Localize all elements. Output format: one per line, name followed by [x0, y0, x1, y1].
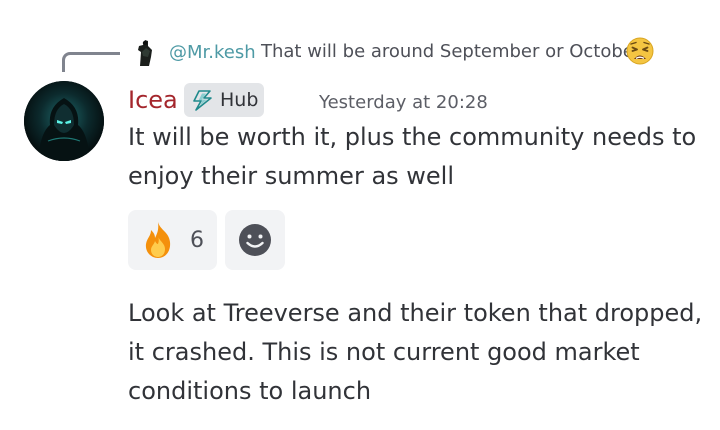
reply-preview-text[interactable]: That will be around September or October	[261, 41, 641, 62]
chat-message: @Mr.kesh That will be around September o…	[0, 0, 720, 430]
role-tag[interactable]: Hub	[184, 83, 264, 117]
reaction-count: 6	[190, 227, 204, 253]
role-tag-label: Hub	[220, 89, 259, 111]
reply-mention[interactable]: @Mr.kesh	[169, 42, 256, 63]
add-reaction-button[interactable]	[225, 210, 285, 270]
message-text-followup: Look at Treeverse and their token that d…	[128, 299, 703, 405]
reaction-fire[interactable]: 6	[128, 210, 217, 270]
lightning-icon	[193, 90, 212, 111]
reply-avatar[interactable]	[130, 37, 160, 67]
fire-icon	[145, 222, 171, 258]
weary-face-icon	[626, 37, 654, 65]
message-text: It will be worth it, plus the community …	[128, 123, 697, 190]
message-author[interactable]: Icea	[128, 86, 178, 114]
reply-connector	[62, 52, 120, 72]
user-avatar[interactable]	[24, 81, 104, 161]
message-timestamp[interactable]: Yesterday at 20:28	[319, 92, 488, 113]
add-reaction-icon	[239, 224, 271, 256]
